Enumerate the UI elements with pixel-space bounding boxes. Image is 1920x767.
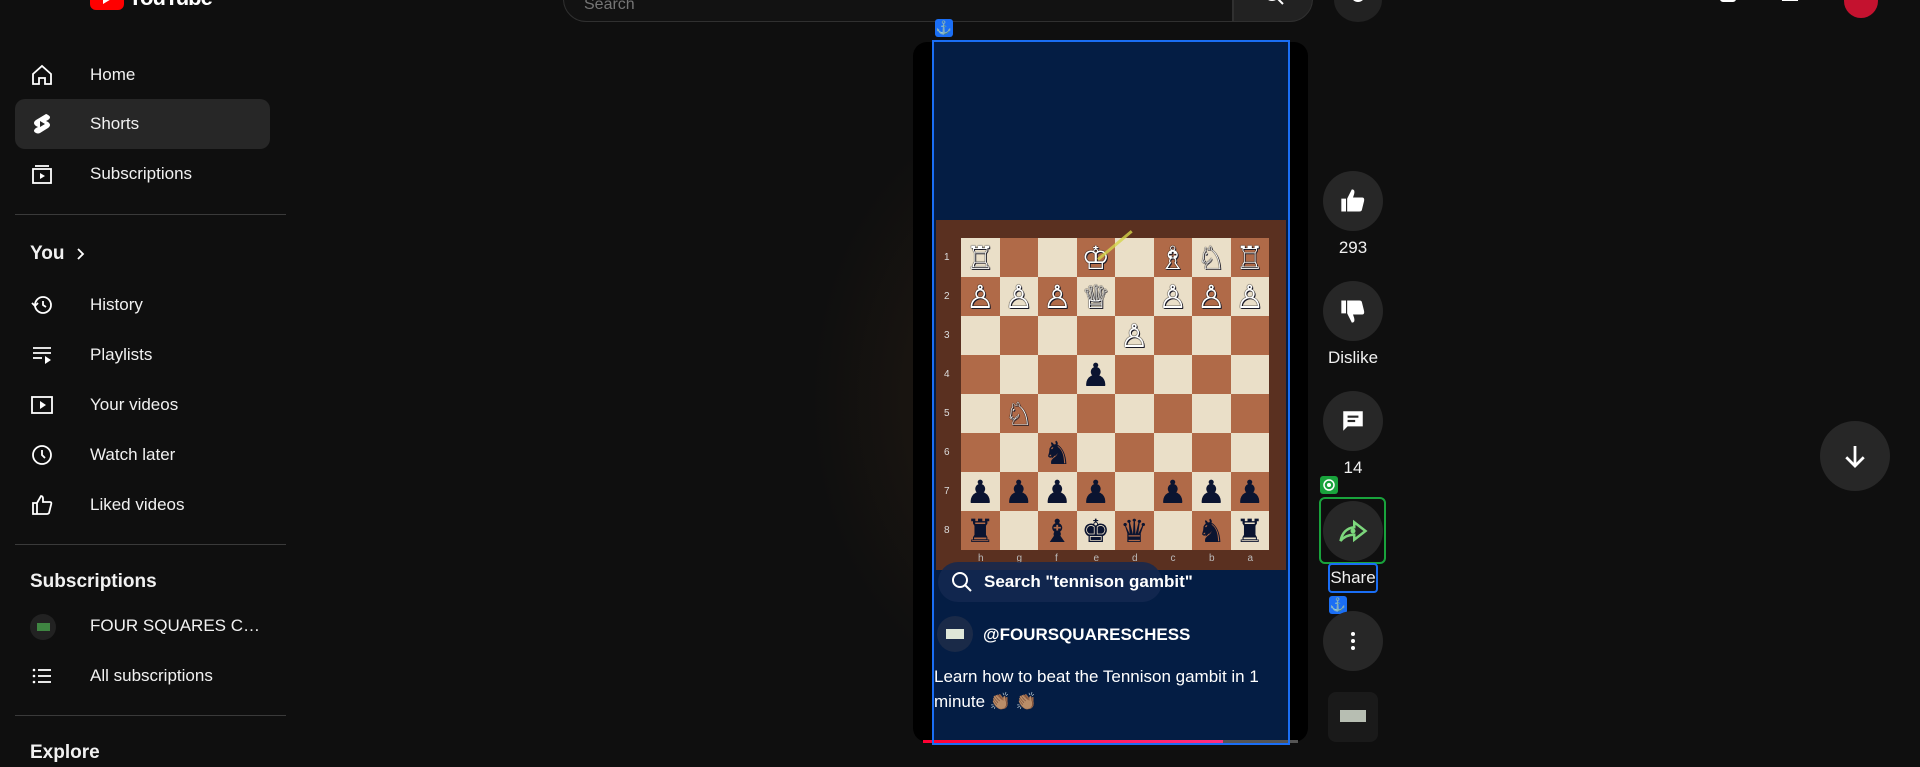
comment-count: 14 [1343,458,1363,477]
history-icon [31,296,52,314]
sidebar-divider [15,214,286,215]
sidebar-item-history[interactable]: History [15,280,270,330]
sidebar-item-liked-videos[interactable]: Liked videos [15,480,270,530]
search-button[interactable] [1233,0,1313,22]
shorts-icon [34,114,50,134]
playlists-icon [33,347,51,364]
sidebar-item-label: History [90,295,143,314]
dislike-button[interactable] [1323,281,1383,341]
sidebar-item-label: All subscriptions [90,666,213,685]
sidebar: Home Shorts Subscriptions You History Pl… [0,50,286,767]
share-button[interactable] [1323,501,1383,561]
sidebar-item-label: Playlists [90,345,153,364]
list-icon [32,668,51,684]
like-button[interactable] [1323,171,1383,231]
menu-icon[interactable] [32,0,56,10]
search-box[interactable] [563,0,1233,22]
explore-heading: Explore [30,742,100,764]
anchor-icon: ⚓ [935,19,953,37]
sidebar-item-label: Home [90,65,136,84]
home-icon [32,64,52,85]
sidebar-item-label: Watch later [90,445,176,464]
sidebar-item-label: Your videos [90,395,179,414]
comment-icon [1343,411,1363,431]
subscriptions-heading: Subscriptions [30,571,157,593]
more-actions-button[interactable] [1323,611,1383,671]
sidebar-item-shorts[interactable]: Shorts [15,99,270,149]
top-bar: YouTube [0,0,1920,22]
highlight-box [932,40,1290,745]
logo-text: YouTube [128,0,213,11]
clock-icon [32,445,52,465]
mic-icon [1353,0,1363,2]
search-input[interactable] [582,0,1086,15]
sidebar-item-label: Liked videos [90,495,185,514]
chevron-right-icon [77,248,85,260]
target-icon [1320,476,1338,494]
account-avatar[interactable] [1844,0,1878,18]
youtube-logo[interactable]: YouTube [90,0,213,11]
youtube-logo-icon [90,0,124,10]
thumbs-up-icon [1341,189,1365,212]
you-heading[interactable]: You [30,243,88,265]
your-videos-icon [31,396,53,414]
subscriptions-heading-label: Subscriptions [30,571,157,592]
next-short-button[interactable] [1820,421,1890,491]
comments-button[interactable] [1323,391,1383,451]
sidebar-item-all-subscriptions[interactable]: All subscriptions [15,651,270,701]
subscriptions-icon [32,165,52,184]
sidebar-item-label: FOUR SQUARES CH... [90,616,265,635]
channel-avatar [30,614,56,640]
sidebar-item-label: Shorts [90,114,140,133]
create-icon[interactable] [1718,0,1742,10]
sidebar-item-your-videos[interactable]: Your videos [15,380,270,430]
share-label: Share [1330,568,1376,587]
notifications-icon[interactable] [1778,0,1802,10]
sidebar-divider [15,544,286,545]
thumbs-up-icon [32,495,53,515]
thumbs-down-icon [1341,300,1365,323]
dislike-label: Dislike [1327,348,1379,367]
sidebar-item-playlists[interactable]: Playlists [15,330,270,380]
sidebar-item-home[interactable]: Home [15,50,270,100]
you-heading-label: You [30,243,65,264]
more-vert-icon [1351,632,1355,650]
sidebar-divider [15,715,286,716]
sidebar-item-label: Subscriptions [90,164,193,183]
arrow-down-icon [1845,446,1865,468]
sound-thumbnail[interactable] [1328,692,1378,742]
share-icon [1339,519,1368,543]
sidebar-item-channel[interactable]: FOUR SQUARES CH... [15,601,270,651]
explore-heading-label: Explore [30,742,100,763]
sidebar-item-subscriptions[interactable]: Subscriptions [15,149,270,199]
search-icon [1268,0,1284,5]
sidebar-item-watch-later[interactable]: Watch later [15,430,270,480]
voice-search-button[interactable] [1334,0,1382,22]
like-count: 293 [1338,238,1368,257]
